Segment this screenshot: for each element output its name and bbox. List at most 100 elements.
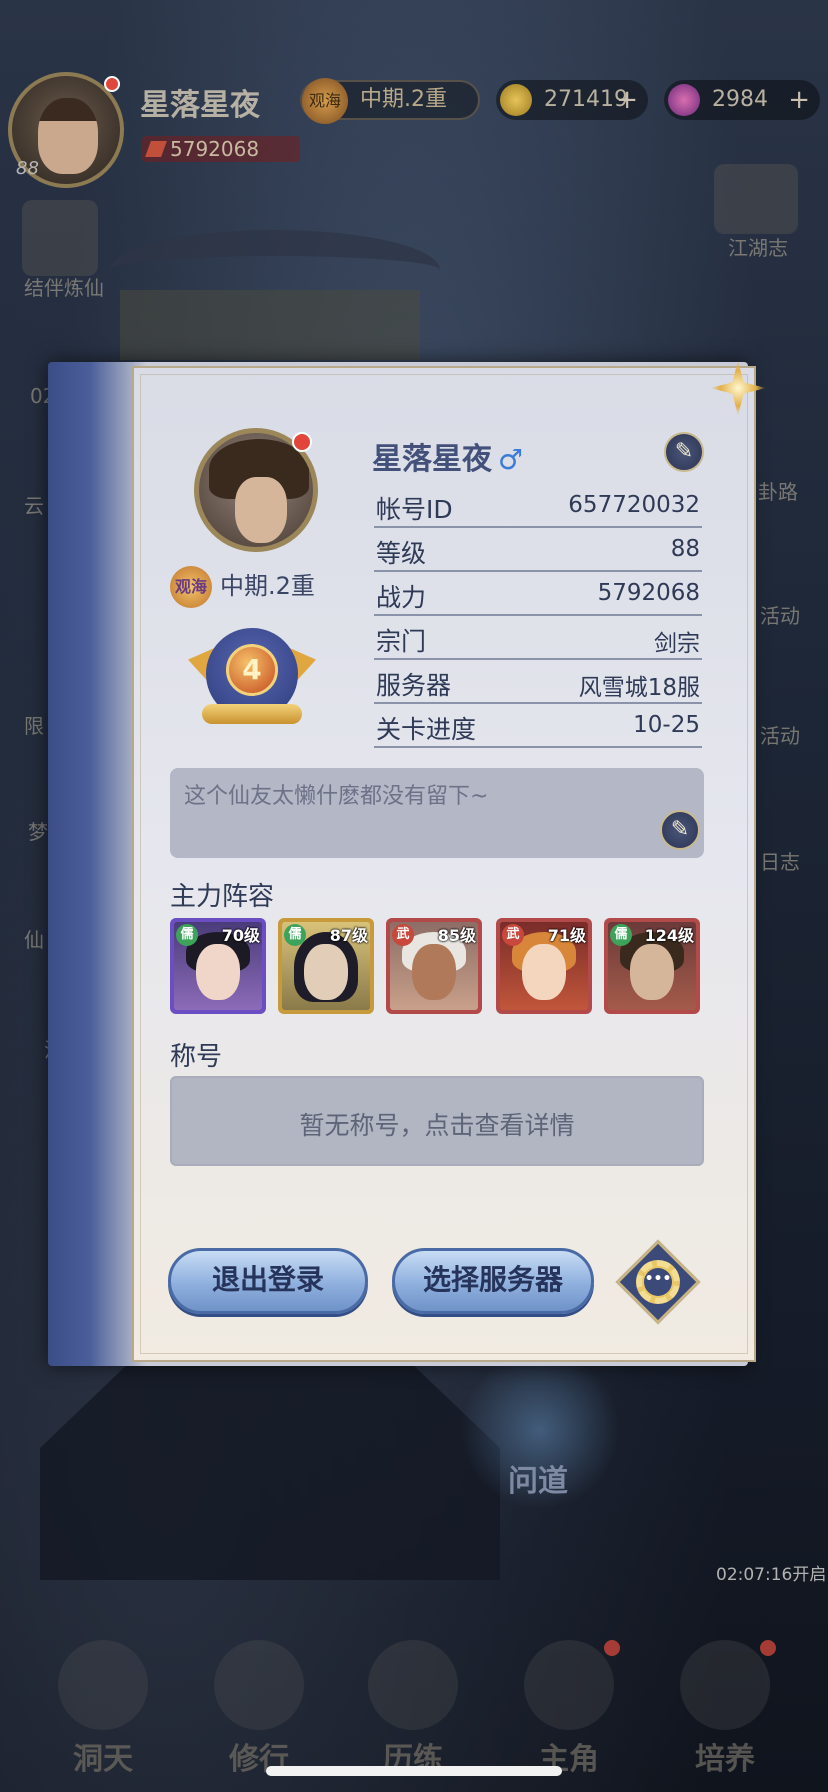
more-dots-icon: ••• bbox=[644, 1268, 672, 1296]
hero-face bbox=[522, 944, 566, 1000]
hero-level: 70级 bbox=[221, 926, 260, 945]
hero-class-tag: 武 bbox=[502, 924, 524, 946]
currency-gem[interactable]: 2984 + bbox=[664, 80, 820, 120]
side-item-journal[interactable]: 江湖志 bbox=[728, 232, 788, 261]
hero-face bbox=[304, 944, 348, 1000]
title-empty-text: 暂无称号，点击查看详情 bbox=[299, 1111, 575, 1140]
badge-cloud-base bbox=[202, 704, 302, 724]
settings-button[interactable]: ••• bbox=[615, 1239, 701, 1325]
hero-class-tag: 儒 bbox=[176, 924, 198, 946]
nav-dongtian[interactable]: 洞天 bbox=[38, 1640, 168, 1778]
hero-level: 85级 bbox=[437, 926, 476, 945]
signature-text: 这个仙友太懒什麽都没有留下~ bbox=[184, 784, 489, 809]
side-item-left-2[interactable]: 限 bbox=[24, 710, 44, 739]
side-item-right-3[interactable]: 活动 bbox=[760, 600, 800, 629]
background-wall bbox=[120, 290, 420, 360]
info-row-level: 等级 88 bbox=[374, 528, 702, 572]
side-item-right-4[interactable]: 活动 bbox=[760, 720, 800, 749]
info-label: 服务器 bbox=[376, 671, 452, 700]
currency-gold[interactable]: 271419 + bbox=[496, 80, 648, 120]
profile-rank-label: 中期.2重 bbox=[220, 572, 315, 600]
add-gold-button[interactable]: + bbox=[616, 80, 638, 120]
hero-level: 124级 bbox=[644, 926, 694, 945]
nav-label: 洞天 bbox=[73, 1742, 133, 1777]
lilian-icon bbox=[368, 1640, 458, 1730]
info-value: 剑宗 bbox=[654, 631, 700, 657]
title-section-heading: 称号 bbox=[170, 1042, 223, 1072]
gem-icon bbox=[668, 84, 700, 116]
profile-name-line: 星落星夜 ♂ bbox=[372, 434, 523, 478]
info-label: 战力 bbox=[376, 583, 427, 612]
info-row-power: 战力 5792068 bbox=[374, 572, 702, 616]
select-server-button[interactable]: 选择服务器 bbox=[392, 1248, 594, 1314]
nav-lilian[interactable]: 历练 bbox=[348, 1640, 478, 1778]
info-label: 宗门 bbox=[376, 627, 427, 656]
hero-level: 71级 bbox=[547, 926, 586, 945]
hero-face bbox=[196, 944, 240, 1000]
rank-emblem-icon: 观海 bbox=[170, 566, 212, 608]
hero-card[interactable]: 儒 87级 bbox=[278, 918, 374, 1014]
nav-xiuxing[interactable]: 修行 bbox=[194, 1640, 324, 1778]
info-row-stage-progress: 关卡进度 10-25 bbox=[374, 704, 702, 748]
badge-level: 4 bbox=[226, 644, 278, 696]
hud-power: 5792068 bbox=[142, 136, 300, 162]
power-icon bbox=[145, 141, 167, 157]
nav-zhujue[interactable]: 主角 bbox=[504, 1640, 634, 1778]
hero-class-tag: 儒 bbox=[610, 924, 632, 946]
pen-icon: ✎ bbox=[670, 817, 690, 842]
gender-male-icon: ♂ bbox=[498, 443, 524, 476]
nav-notification-dot bbox=[760, 1640, 776, 1656]
side-item-left-3[interactable]: 梦 bbox=[28, 816, 48, 845]
info-value: 10-25 bbox=[633, 712, 700, 738]
nav-notification-dot bbox=[604, 1640, 620, 1656]
journal-icon[interactable] bbox=[714, 164, 798, 234]
add-gem-button[interactable]: + bbox=[788, 80, 810, 120]
level-badge[interactable]: 4 bbox=[188, 622, 316, 742]
hero-card[interactable]: 儒 124级 bbox=[604, 918, 700, 1014]
currency-gem-value: 2984 bbox=[712, 87, 768, 112]
edit-name-button[interactable]: ✎ bbox=[664, 432, 704, 472]
signature-box[interactable]: 这个仙友太懒什麽都没有留下~ bbox=[170, 768, 704, 858]
hero-icon bbox=[524, 1640, 614, 1730]
hero-level: 87级 bbox=[329, 926, 368, 945]
side-item-right-5[interactable]: 日志 bbox=[760, 846, 800, 875]
hero-card[interactable]: 武 71级 bbox=[496, 918, 592, 1014]
dongtian-icon bbox=[58, 1640, 148, 1730]
side-item-left-4[interactable]: 仙 bbox=[24, 924, 44, 953]
profile-name: 星落星夜 bbox=[372, 442, 492, 477]
companion-icon[interactable] bbox=[22, 200, 98, 276]
info-label: 等级 bbox=[376, 539, 427, 568]
logout-button[interactable]: 退出登录 bbox=[168, 1248, 368, 1314]
coin-icon bbox=[500, 84, 532, 116]
nav-peiyang[interactable]: 培养 bbox=[660, 1640, 790, 1778]
hero-card[interactable]: 儒 70级 bbox=[170, 918, 266, 1014]
side-item-right-2[interactable]: 卦路 bbox=[758, 476, 798, 505]
info-value: 657720032 bbox=[568, 492, 700, 518]
event-timer: 02:07:16开启 bbox=[716, 1565, 827, 1585]
hud-level: 88 bbox=[16, 158, 39, 179]
side-item-left-1[interactable]: 云 bbox=[24, 490, 44, 519]
background-temple bbox=[40, 1360, 500, 1580]
hud-player-name: 星落星夜 bbox=[140, 88, 260, 123]
hud-rank[interactable]: 观海 中期.2重 bbox=[300, 78, 480, 124]
profile-rank: 观海 中期.2重 bbox=[170, 566, 315, 608]
avatar-face bbox=[235, 477, 287, 543]
side-item-companion[interactable]: 结伴炼仙 bbox=[24, 272, 104, 301]
title-box[interactable]: 暂无称号，点击查看详情 bbox=[170, 1076, 704, 1166]
wendao-label[interactable]: 问道 bbox=[508, 1456, 568, 1500]
home-indicator[interactable] bbox=[266, 1766, 562, 1776]
info-row-account-id: 帐号ID 657720032 bbox=[374, 484, 702, 528]
hero-face bbox=[412, 944, 456, 1000]
hero-class-tag: 武 bbox=[392, 924, 414, 946]
avatar-face bbox=[38, 98, 98, 174]
xiuxing-icon bbox=[214, 1640, 304, 1730]
lineup-title: 主力阵容 bbox=[170, 882, 275, 912]
hero-card[interactable]: 武 85级 bbox=[386, 918, 482, 1014]
nav-label: 培养 bbox=[695, 1742, 755, 1777]
hero-class-tag: 儒 bbox=[284, 924, 306, 946]
edit-signature-button[interactable]: ✎ bbox=[660, 810, 700, 850]
info-value: 88 bbox=[670, 536, 700, 562]
hud-rank-label: 中期.2重 bbox=[360, 87, 447, 112]
avatar-notification-dot bbox=[292, 432, 312, 452]
info-row-server: 服务器 风雪城18服 bbox=[374, 660, 702, 704]
